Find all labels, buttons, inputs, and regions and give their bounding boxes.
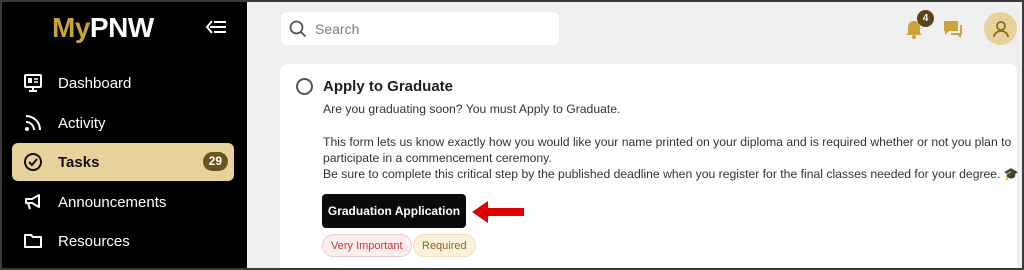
main-content: 4 Apply to Graduate Are you graduating s… <box>247 0 1024 270</box>
logo-my: My <box>52 12 90 43</box>
sidebar-item-label: Dashboard <box>58 74 132 92</box>
task-card: Apply to Graduate Are you graduating soo… <box>280 64 1020 270</box>
megaphone-icon <box>22 191 44 213</box>
sidebar-item-announcements[interactable]: Announcements <box>12 183 234 221</box>
task-complete-radio[interactable] <box>296 78 313 95</box>
red-arrow-annotation <box>472 201 524 223</box>
task-description-line: Be sure to complete this critical step b… <box>323 167 1020 181</box>
graduation-application-button[interactable]: Graduation Application <box>322 194 466 228</box>
rss-icon <box>22 112 44 134</box>
sidebar: MyPNW Dashboard Activity Tasks 29 Announ <box>0 0 247 270</box>
dashboard-icon <box>22 72 44 94</box>
sidebar-item-activity[interactable]: Activity <box>12 104 234 142</box>
tasks-count-badge: 29 <box>202 152 228 171</box>
chat-icon[interactable] <box>942 18 964 40</box>
task-description-line: This form lets us know exactly how you w… <box>323 135 1012 149</box>
sidebar-item-tasks[interactable]: Tasks 29 <box>12 143 234 181</box>
user-icon <box>992 20 1009 37</box>
task-description-line: participate in a commencement ceremony. <box>323 151 552 165</box>
very-important-tag: Very Important <box>322 234 412 257</box>
search-icon <box>289 20 307 37</box>
sidebar-item-label: Announcements <box>58 193 167 211</box>
sidebar-item-label: Resources <box>58 232 130 250</box>
search-box[interactable] <box>281 12 559 45</box>
sidebar-item-dashboard[interactable]: Dashboard <box>12 64 234 102</box>
collapse-sidebar-icon[interactable] <box>205 18 227 36</box>
logo-pnw: PNW <box>89 12 154 43</box>
task-title: Apply to Graduate <box>323 78 454 95</box>
avatar[interactable] <box>984 12 1017 45</box>
search-input[interactable] <box>315 20 535 37</box>
folder-icon <box>22 230 44 252</box>
sidebar-item-resources[interactable]: Resources <box>12 222 234 260</box>
app-logo[interactable]: MyPNW <box>52 12 154 44</box>
check-circle-icon <box>22 151 44 173</box>
task-description-line: Are you graduating soon? You must Apply … <box>323 102 621 116</box>
notification-count-badge: 4 <box>917 10 934 27</box>
required-tag: Required <box>413 234 476 257</box>
sidebar-item-label: Tasks <box>58 153 100 171</box>
sidebar-item-label: Activity <box>58 114 106 132</box>
